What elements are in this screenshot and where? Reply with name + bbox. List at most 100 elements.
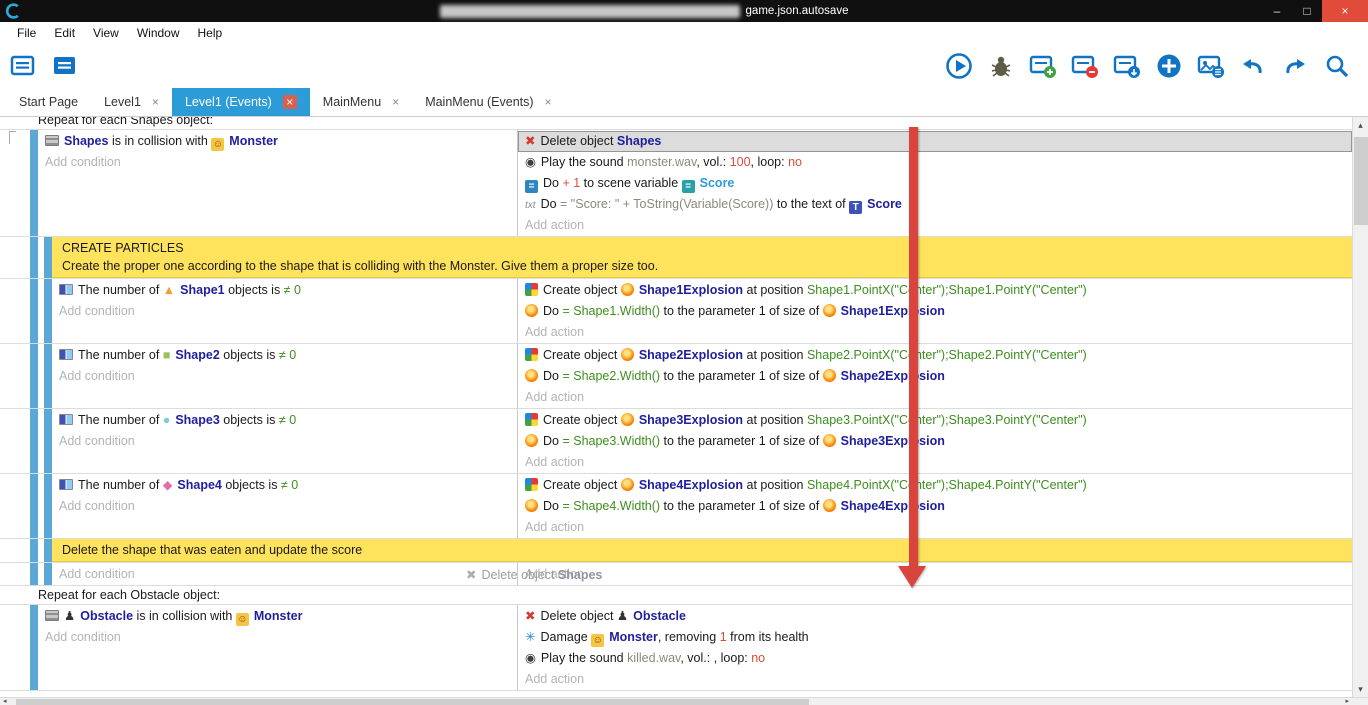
scene-add-icon[interactable]	[1028, 51, 1058, 81]
monster-icon: ☺	[236, 613, 249, 626]
add-condition-button[interactable]: Add condition	[38, 152, 517, 173]
repeat-header-row[interactable]: Repeat for each Obstacle object:	[0, 586, 1352, 605]
scroll-right-icon[interactable]: ▸	[1345, 698, 1349, 705]
scroll-down-icon[interactable]: ▾	[1353, 681, 1368, 697]
comment-text: Delete the shape that was eaten and upda…	[62, 541, 1342, 559]
redo-icon[interactable]	[1280, 51, 1310, 81]
tab-close-icon[interactable]: ×	[152, 95, 159, 109]
menu-view[interactable]: View	[84, 26, 128, 40]
tab-mainmenu[interactable]: MainMenu×	[310, 88, 412, 116]
action-line[interactable]: ✖Delete object ♟Obstacle	[518, 606, 1352, 627]
add-action-button[interactable]: Add action	[518, 517, 1352, 538]
action-line[interactable]: =Do + 1 to scene variable =Score	[518, 173, 1352, 194]
action-line[interactable]: Do = Shape2.Width() to the parameter 1 o…	[518, 366, 1352, 387]
action-line[interactable]: Create object Shape4Explosion at positio…	[518, 475, 1352, 496]
selected-action-line[interactable]: ✖Delete object Shapes	[518, 131, 1352, 152]
add-condition-button[interactable]: Add condition	[52, 431, 517, 452]
delete-ghost-icon: ✖	[466, 568, 476, 582]
repeat-header-text: Repeat for each Obstacle object:	[38, 588, 220, 602]
scene-edit-icon[interactable]	[1112, 51, 1142, 81]
add-condition-button[interactable]: Add condition	[52, 366, 517, 387]
add-action-button[interactable]: Add action	[518, 564, 1352, 585]
condition-line[interactable]: The number of ■Shape2 objects is ≠ 0	[52, 345, 517, 366]
add-action-button[interactable]: Add action	[518, 452, 1352, 473]
action-line[interactable]: Do = Shape3.Width() to the parameter 1 o…	[518, 431, 1352, 452]
action-line[interactable]: txtDo = "Score: " + ToString(Variable(Sc…	[518, 194, 1352, 215]
menu-edit[interactable]: Edit	[45, 26, 84, 40]
gutter	[0, 474, 30, 538]
fold-indicator[interactable]	[9, 131, 16, 144]
condition-line[interactable]: The number of ◆Shape4 objects is ≠ 0	[52, 475, 517, 496]
tab-start-page[interactable]: Start Page	[6, 88, 91, 116]
gutter	[0, 344, 30, 408]
event-row: ♟Obstacle is in collision with ☺MonsterA…	[0, 605, 1352, 691]
tab-close-icon[interactable]: ×	[545, 95, 552, 109]
close-button[interactable]: ×	[1322, 0, 1368, 22]
condition-line[interactable]: Shapes is in collision with ☺Monster	[38, 131, 517, 152]
start-page-icon[interactable]	[50, 51, 80, 81]
action-line[interactable]: ✳Damage ☺Monster, removing 1 from its he…	[518, 627, 1352, 648]
undo-icon[interactable]	[1238, 51, 1268, 81]
vertical-scroll-thumb[interactable]	[1354, 137, 1368, 225]
tab-mainmenu-events-[interactable]: MainMenu (Events)×	[412, 88, 564, 116]
create-icon	[525, 413, 538, 426]
tab-close-icon[interactable]: ×	[392, 95, 399, 109]
tab-close-icon[interactable]: ×	[283, 95, 297, 109]
action-line[interactable]: Do = Shape1.Width() to the parameter 1 o…	[518, 301, 1352, 322]
horizontal-scrollbar[interactable]: ◂ ▸	[0, 697, 1368, 705]
add-condition-button[interactable]: Add condition	[38, 627, 517, 648]
add-action-button[interactable]: Add action	[518, 322, 1352, 343]
add-condition-button[interactable]: Add condition	[52, 496, 517, 517]
repeat-header-row[interactable]: Repeat for each Shapes object:	[0, 117, 1352, 130]
action-line[interactable]: ◉Play the sound killed.wav, vol.: , loop…	[518, 648, 1352, 669]
gutter	[0, 130, 30, 236]
menu-window[interactable]: Window	[128, 26, 189, 40]
menu-help[interactable]: Help	[189, 26, 232, 40]
scroll-up-icon[interactable]: ▴	[1353, 117, 1368, 133]
actions-cell: ✖Delete object Shapes◉Play the sound mon…	[517, 130, 1352, 236]
explosion-icon	[525, 499, 538, 512]
event-row: The number of ▲Shape1 objects is ≠ 0Add …	[0, 279, 1352, 344]
minimize-button[interactable]: –	[1262, 0, 1292, 22]
actions-cell: Create object Shape1Explosion at positio…	[517, 279, 1352, 343]
tab-label: Start Page	[19, 95, 78, 109]
monster-icon: ☺	[211, 138, 224, 151]
image-bank-icon[interactable]	[1196, 51, 1226, 81]
variable-icon: =	[525, 180, 538, 193]
tab-level1[interactable]: Level1×	[91, 88, 172, 116]
search-icon[interactable]	[1322, 51, 1352, 81]
comment-cell[interactable]: Delete the shape that was eaten and upda…	[52, 539, 1352, 562]
sound-icon: ◉	[525, 155, 536, 169]
add-action-button[interactable]: Add action	[518, 215, 1352, 236]
scroll-left-icon[interactable]: ◂	[3, 698, 7, 705]
action-line[interactable]: Create object Shape1Explosion at positio…	[518, 280, 1352, 301]
action-line[interactable]: Create object Shape3Explosion at positio…	[518, 410, 1352, 431]
conditions-cell: The number of ▲Shape1 objects is ≠ 0Add …	[52, 279, 517, 343]
tab-level1-events-[interactable]: Level1 (Events)×	[172, 88, 310, 116]
vertical-scrollbar[interactable]: ▴ ▾	[1352, 117, 1368, 697]
scene-remove-icon[interactable]	[1070, 51, 1100, 81]
play-icon[interactable]	[944, 51, 974, 81]
action-line[interactable]: Do = Shape4.Width() to the parameter 1 o…	[518, 496, 1352, 517]
action-line[interactable]: Create object Shape2Explosion at positio…	[518, 345, 1352, 366]
maximize-button[interactable]: □	[1292, 0, 1322, 22]
comment-text: CREATE PARTICLES	[62, 239, 1342, 257]
add-object-icon[interactable]	[1154, 51, 1184, 81]
project-manager-icon[interactable]	[8, 51, 38, 81]
menu-file[interactable]: File	[8, 26, 45, 40]
horizontal-scroll-thumb[interactable]	[16, 699, 809, 705]
add-condition-button[interactable]: Add condition	[52, 564, 517, 585]
condition-line[interactable]: The number of ●Shape3 objects is ≠ 0	[52, 410, 517, 431]
explosion-icon	[621, 348, 634, 361]
events-sheet: Repeat for each Shapes object:Shapes is …	[0, 117, 1352, 697]
add-action-button[interactable]: Add action	[518, 387, 1352, 408]
events-editor: Repeat for each Shapes object:Shapes is …	[0, 117, 1368, 697]
action-line[interactable]: ◉Play the sound monster.wav, vol.: 100, …	[518, 152, 1352, 173]
comment-cell[interactable]: CREATE PARTICLESCreate the proper one ac…	[52, 237, 1352, 278]
debug-icon[interactable]	[986, 51, 1016, 81]
condition-line[interactable]: ♟Obstacle is in collision with ☺Monster	[38, 606, 517, 627]
condition-line[interactable]: The number of ▲Shape1 objects is ≠ 0	[52, 280, 517, 301]
add-condition-button[interactable]: Add condition	[52, 301, 517, 322]
event-row: Shapes is in collision with ☺MonsterAdd …	[0, 130, 1352, 237]
add-action-button[interactable]: Add action	[518, 669, 1352, 690]
